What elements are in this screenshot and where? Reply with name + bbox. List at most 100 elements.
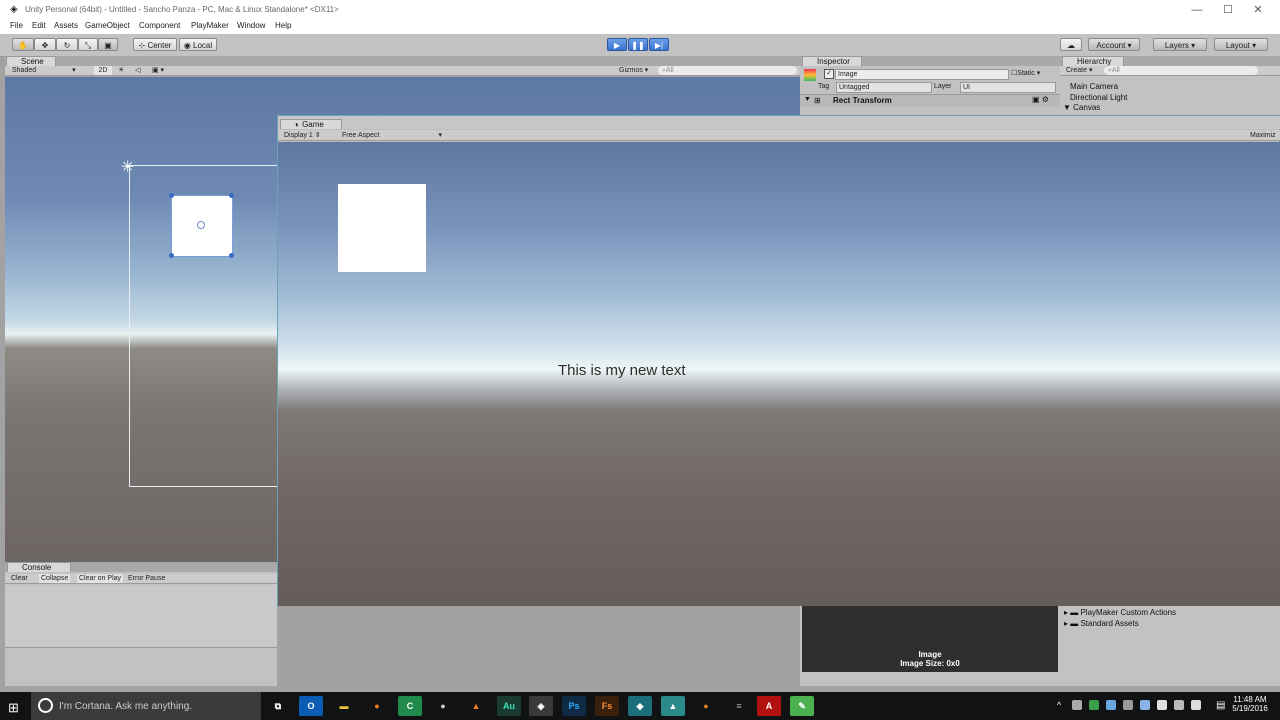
layout-dropdown[interactable]: Layout ▾ [1214, 38, 1268, 51]
vlc-icon[interactable]: ▲ [464, 696, 488, 716]
tray-expand-icon[interactable]: ^ [1057, 700, 1067, 710]
hierarchy-item[interactable]: ▼ Canvas [1063, 103, 1100, 112]
tray-icon[interactable] [1123, 700, 1133, 710]
cortana-search-box[interactable]: I'm Cortana. Ask me anything. [31, 692, 261, 720]
corner-handle[interactable] [229, 193, 234, 198]
app-ball-icon[interactable]: ● [431, 696, 455, 716]
app-grey-icon[interactable]: ≡ [727, 696, 751, 716]
menu-playmaker[interactable]: PlayMaker [191, 21, 229, 30]
hierarchy-item[interactable]: Directional Light [1070, 93, 1127, 102]
layers-dropdown[interactable]: Layers ▾ [1153, 38, 1207, 51]
app-orange-icon[interactable]: ● [694, 696, 718, 716]
tab-game[interactable]: ◐ Game [280, 119, 342, 129]
console-log-area[interactable] [5, 585, 277, 648]
aspect-label: Free Aspect [342, 132, 380, 139]
account-dropdown[interactable]: Account ▾ [1088, 38, 1140, 51]
hierarchy-search-input[interactable]: ⌕All [1104, 66, 1258, 75]
menu-help[interactable]: Help [275, 21, 291, 30]
menu-gameobject[interactable]: GameObject [85, 21, 130, 30]
rect-tool-button[interactable]: ▣ [98, 38, 118, 51]
layer-dropdown[interactable]: UI [960, 82, 1056, 93]
corner-handle[interactable] [229, 253, 234, 258]
error-pause-button[interactable]: Error Pause [128, 574, 165, 583]
move-tool-button[interactable]: ✥ [34, 38, 56, 51]
maximize-button[interactable]: ☐ [1213, 2, 1243, 18]
windows-start-icon[interactable]: ⊞ [8, 700, 19, 716]
app-mountain-icon[interactable]: ▲ [661, 696, 685, 716]
unity-taskbar-icon[interactable]: ◈ [529, 696, 553, 716]
active-checkbox[interactable]: ✓ [824, 69, 834, 79]
cloud-button[interactable]: ☁ [1060, 38, 1082, 51]
close-button[interactable]: ✕ [1243, 2, 1273, 18]
menu-assets[interactable]: Assets [54, 21, 78, 30]
menu-window[interactable]: Window [237, 21, 265, 30]
rect-transform-header[interactable]: ▼ ⊞ Rect Transform ▣ ⚙ [800, 94, 1060, 107]
audio-icon[interactable]: ◁ [135, 66, 140, 75]
create-dropdown[interactable]: Create ▾ [1066, 66, 1092, 75]
display-dropdown[interactable]: Display 1 ⇕ [284, 131, 334, 140]
tray-icon[interactable] [1106, 700, 1116, 710]
step-button[interactable]: ▶| [649, 38, 669, 51]
static-toggle[interactable]: ☐Static ▾ [1011, 69, 1040, 78]
project-folder[interactable]: ▸ ▬ PlayMaker Custom Actions [1064, 608, 1176, 617]
menu-component[interactable]: Component [139, 21, 180, 30]
tab-scene[interactable]: Scene [6, 56, 56, 66]
hierarchy-tab-label: Hierarchy [1077, 57, 1112, 66]
scene-search-input[interactable]: ⌕All [658, 66, 797, 75]
tab-console[interactable]: Console [7, 562, 71, 572]
volume-icon[interactable] [1191, 700, 1201, 710]
tray-icon[interactable] [1072, 700, 1082, 710]
clear-on-play-button[interactable]: Clear on Play [77, 574, 124, 583]
acrobat-icon[interactable]: A [757, 696, 781, 716]
layers-label: Layers [1164, 41, 1189, 50]
tray-icon[interactable] [1157, 700, 1167, 710]
maximize-on-play-toggle[interactable]: Maximiz [1250, 131, 1276, 140]
pivot-center-toggle[interactable]: ⊹ Center [133, 38, 177, 51]
tray-icon[interactable] [1140, 700, 1150, 710]
corner-handle[interactable] [169, 193, 174, 198]
file-explorer-icon[interactable]: ▬ [332, 696, 356, 716]
component-settings-icon[interactable]: ▣ ⚙ [1032, 95, 1049, 104]
hierarchy-item[interactable]: Main Camera [1070, 82, 1118, 91]
tray-icon[interactable] [1089, 700, 1099, 710]
hand-tool-button[interactable]: ✋ [12, 38, 34, 51]
scale-tool-button[interactable]: ⤡ [78, 38, 98, 51]
game-viewport[interactable]: This is my new text [278, 142, 1280, 606]
network-icon[interactable] [1174, 700, 1184, 710]
tag-dropdown[interactable]: Untagged [836, 82, 932, 93]
notification-icon[interactable]: ▤ [1216, 700, 1225, 711]
firefox-icon[interactable]: ● [365, 696, 389, 716]
fuse-icon[interactable]: Fs [595, 696, 619, 716]
menu-edit[interactable]: Edit [32, 21, 46, 30]
pivot-handle[interactable] [197, 221, 205, 229]
notepad-icon[interactable]: ✎ [790, 696, 814, 716]
shading-mode-label: Shaded [12, 67, 37, 74]
2d-mode-toggle[interactable]: 2D [94, 66, 112, 75]
menu-file[interactable]: File [10, 21, 23, 30]
collapse-button[interactable]: Collapse [39, 574, 71, 583]
tab-inspector[interactable]: Inspector [802, 56, 862, 66]
task-view-icon[interactable]: ⧉ [266, 696, 290, 716]
pivot-space-toggle[interactable]: ◉ Local [179, 38, 217, 51]
clear-button[interactable]: Clear [11, 574, 28, 583]
pause-button[interactable]: ❚❚ [628, 38, 648, 51]
corner-handle[interactable] [169, 253, 174, 258]
app-c-icon[interactable]: C [398, 696, 422, 716]
tab-hierarchy[interactable]: Hierarchy [1062, 56, 1124, 66]
aspect-dropdown[interactable]: Free Aspect ▾ [342, 131, 442, 140]
minimize-button[interactable]: — [1182, 2, 1212, 18]
project-folder[interactable]: ▸ ▬ Standard Assets [1064, 619, 1139, 628]
rotate-tool-button[interactable]: ↻ [56, 38, 78, 51]
gizmos-dropdown[interactable]: Gizmos ▾ [619, 66, 648, 75]
effects-icon[interactable]: ▣ ▾ [152, 66, 164, 75]
audition-icon[interactable]: Au [497, 696, 521, 716]
image-selected[interactable] [169, 193, 234, 258]
play-button[interactable]: ▶ [607, 38, 627, 51]
photoshop-icon[interactable]: Ps [562, 696, 586, 716]
object-name-field[interactable]: Image [835, 69, 1009, 80]
app-teal-icon[interactable]: ◆ [628, 696, 652, 716]
shading-mode-dropdown[interactable]: Shaded ▾ [12, 66, 92, 75]
clock[interactable]: 11:48 AM 5/19/2016 [1228, 695, 1272, 713]
lighting-icon[interactable]: ☀ [118, 66, 124, 75]
outlook-icon[interactable]: O [299, 696, 323, 716]
